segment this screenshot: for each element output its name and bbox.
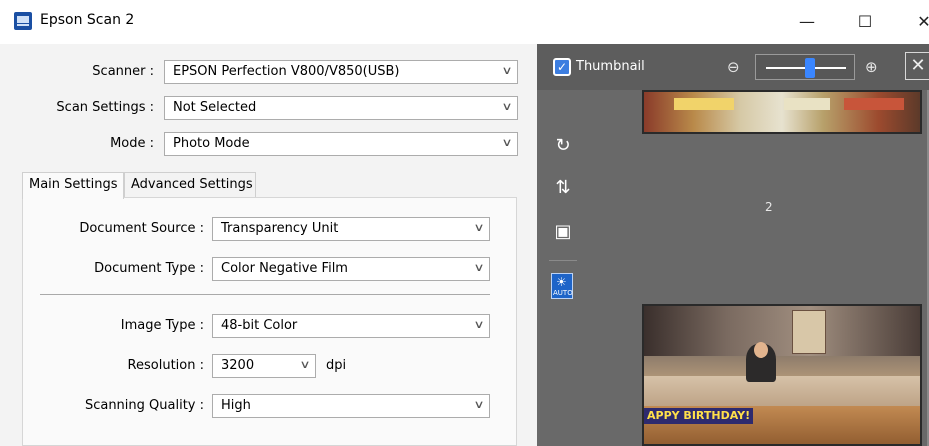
close-preview-icon[interactable]: ✕ (905, 52, 929, 80)
scanner-select[interactable]: EPSON Perfection V800/V850(USB) ∨ (164, 60, 518, 84)
scan-settings-label: Scan Settings : (56, 100, 154, 115)
document-type-select[interactable]: Color Negative Film ∨ (212, 257, 490, 281)
photo-face (754, 342, 768, 358)
chevron-down-icon: ∨ (299, 358, 311, 371)
image-type-label: Image Type : (120, 318, 204, 333)
epson-scan-app-icon (14, 12, 32, 30)
mode-select[interactable]: Photo Mode ∨ (164, 132, 518, 156)
window-title: Epson Scan 2 (40, 12, 135, 28)
scanning-quality-value: High (221, 398, 251, 413)
photo-poster (792, 310, 826, 354)
frame-1-decoration (674, 98, 734, 110)
scanner-value: EPSON Perfection V800/V850(USB) (173, 64, 400, 79)
title-bar: Epson Scan 2 — ☐ ✕ (0, 0, 929, 44)
scan-settings-value: Not Selected (173, 100, 257, 115)
chevron-down-icon: ∨ (473, 318, 485, 331)
rotate-icon[interactable]: ↻ (551, 134, 575, 158)
zoom-slider[interactable] (755, 54, 855, 80)
chevron-down-icon: ∨ (473, 398, 485, 411)
preview-toolbar: ✓ Thumbnail ⊖ ⊕ ✕ (537, 44, 929, 90)
image-type-select[interactable]: 48-bit Color ∨ (212, 314, 490, 338)
minimize-button[interactable]: — (785, 6, 829, 36)
scanning-quality-select[interactable]: High ∨ (212, 394, 490, 418)
auto-label: AUTO (553, 289, 573, 297)
tab-main-settings[interactable]: Main Settings (22, 172, 124, 199)
scanner-label: Scanner : (92, 64, 154, 79)
resolution-label: Resolution : (127, 358, 204, 373)
thumbnail-frame-1[interactable] (642, 90, 922, 134)
chevron-down-icon: ∨ (501, 64, 513, 77)
document-source-select[interactable]: Transparency Unit ∨ (212, 217, 490, 241)
auto-exposure-icon: ☀ (556, 275, 567, 289)
frame-1-decoration (844, 98, 904, 110)
toolbar-divider (549, 260, 577, 261)
scan-settings-select[interactable]: Not Selected ∨ (164, 96, 518, 120)
resolution-value: 3200 (221, 358, 255, 373)
tab-advanced-settings[interactable]: Advanced Settings (124, 172, 256, 198)
scanning-quality-label: Scanning Quality : (84, 398, 204, 413)
thumbnail-label: Thumbnail (576, 59, 645, 74)
photo-wall (644, 306, 920, 356)
document-source-label: Document Source : (79, 221, 204, 236)
chevron-down-icon: ∨ (473, 221, 485, 234)
maximize-button[interactable]: ☐ (843, 6, 887, 36)
mode-label: Mode : (110, 136, 154, 151)
zoom-out-icon[interactable]: ⊖ (727, 58, 740, 76)
select-all-icon[interactable]: ▣ (551, 220, 575, 244)
thumbnail-frame-3[interactable]: APPY BIRTHDAY! (642, 304, 922, 446)
image-type-value: 48-bit Color (221, 318, 298, 333)
settings-panel: Scanner : EPSON Perfection V800/V850(USB… (0, 44, 537, 446)
chevron-down-icon: ∨ (501, 100, 513, 113)
thumbnail-checkbox[interactable]: ✓ (553, 58, 571, 76)
resolution-select[interactable]: 3200 ∨ (212, 354, 316, 378)
frame-number: 2 (765, 200, 773, 214)
mode-value: Photo Mode (173, 136, 250, 151)
photo-birthday-banner: APPY BIRTHDAY! (644, 408, 754, 424)
section-divider (40, 294, 490, 295)
resolution-unit: dpi (326, 358, 347, 373)
frame-1-decoration (784, 98, 830, 110)
document-source-value: Transparency Unit (221, 221, 339, 236)
chevron-down-icon: ∨ (501, 136, 513, 149)
document-type-value: Color Negative Film (221, 261, 348, 276)
zoom-slider-thumb[interactable] (805, 58, 815, 78)
close-window-button[interactable]: ✕ (902, 6, 929, 36)
document-type-label: Document Type : (94, 261, 204, 276)
flip-icon[interactable]: ⇅ (551, 176, 575, 200)
preview-panel: ✓ Thumbnail ⊖ ⊕ ✕ ↻ ⇅ ▣ ☀ AUTO 2 APPY BI… (537, 44, 929, 446)
auto-exposure-button[interactable]: ☀ AUTO (551, 273, 573, 299)
chevron-down-icon: ∨ (473, 261, 485, 274)
zoom-in-icon[interactable]: ⊕ (865, 58, 878, 76)
